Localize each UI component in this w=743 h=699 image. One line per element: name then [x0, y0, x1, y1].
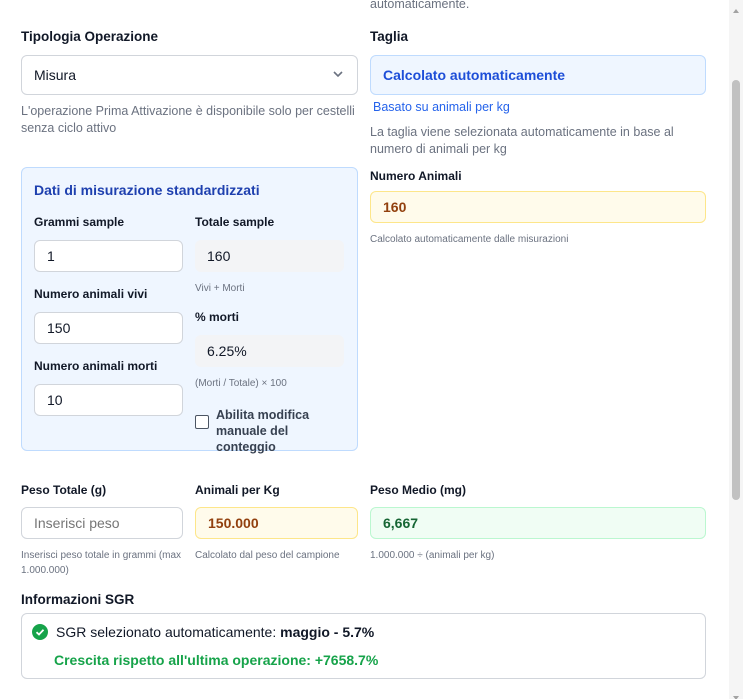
grammi-sample-label: Grammi sample	[34, 215, 125, 229]
tipologia-select[interactable]: Misura	[21, 55, 358, 95]
peso-totale-hint: Inserisci peso totale in grammi (max 1.0…	[21, 550, 182, 576]
animali-per-kg-value: 150.000	[208, 515, 259, 531]
manual-edit-checkbox[interactable]	[195, 415, 209, 429]
taglia-link: Basato su animali per kg	[373, 100, 510, 114]
scroll-up-icon[interactable]	[732, 2, 740, 13]
taglia-field: Calcolato automaticamente	[370, 55, 706, 95]
chevron-down-icon	[331, 67, 345, 84]
perc-morti-label: % morti	[195, 310, 240, 324]
totale-sample-field: 160	[195, 240, 344, 272]
grammi-sample-value: 1	[47, 248, 55, 264]
animali-per-kg-label: Animali per Kg	[195, 483, 280, 497]
animali-morti-label: Numero animali morti	[34, 359, 158, 373]
animali-vivi-value: 150	[47, 320, 71, 336]
sgr-selected-value: maggio - 5.7%	[280, 624, 375, 640]
grammi-sample-input[interactable]: 1	[34, 240, 183, 272]
peso-totale-field	[21, 507, 183, 539]
numero-animali-value: 160	[383, 199, 407, 215]
sgr-card	[21, 613, 706, 679]
totale-sample-hint: Vivi + Morti	[195, 283, 245, 294]
peso-totale-input[interactable]	[22, 508, 182, 538]
peso-medio-hint: 1.000.000 ÷ (animali per kg)	[370, 550, 495, 561]
animali-morti-input[interactable]: 10	[34, 384, 183, 416]
animali-vivi-input[interactable]: 150	[34, 312, 183, 344]
numero-animali-label: Numero Animali	[370, 169, 462, 183]
peso-totale-label: Peso Totale (g)	[21, 483, 107, 497]
numero-animali-field: 160	[370, 191, 706, 223]
totale-sample-label: Totale sample	[195, 215, 275, 229]
sgr-growth-text: Crescita rispetto all'ultima operazione:…	[54, 652, 379, 668]
peso-medio-label: Peso Medio (mg)	[370, 483, 467, 497]
perc-morti-hint: (Morti / Totale) × 100	[195, 378, 287, 389]
animali-vivi-label: Numero animali vivi	[34, 287, 148, 301]
tipologia-hint: L'operazione Prima Attivazione è disponi…	[21, 104, 355, 135]
animali-morti-value: 10	[47, 392, 63, 408]
taglia-value: Calcolato automaticamente	[383, 67, 566, 83]
totale-sample-value: 160	[207, 248, 231, 264]
sgr-section-label: Informazioni SGR	[21, 592, 135, 607]
taglia-hint: La taglia viene selezionata automaticame…	[370, 125, 674, 156]
peso-medio-field: 6,667	[370, 507, 706, 539]
peso-medio-value: 6,667	[383, 515, 419, 531]
top-note: automaticamente.	[370, 0, 470, 11]
tipologia-label: Tipologia Operazione	[21, 29, 159, 44]
sgr-selected-text: SGR selezionato automaticamente: maggio …	[56, 624, 374, 640]
manual-edit-label: Abilita modifica manuale del conteggio	[216, 408, 310, 454]
taglia-label: Taglia	[370, 29, 409, 44]
tipologia-select-value: Misura	[34, 67, 77, 83]
sgr-selected-prefix: SGR selezionato automaticamente:	[56, 624, 277, 640]
numero-animali-hint: Calcolato automaticamente dalle misurazi…	[370, 234, 569, 245]
perc-morti-value: 6.25%	[207, 343, 247, 359]
measurement-title: Dati di misurazione standardizzati	[34, 182, 260, 198]
scrollbar-thumb[interactable]	[732, 80, 740, 500]
animali-per-kg-hint: Calcolato dal peso del campione	[195, 550, 340, 561]
animali-per-kg-field: 150.000	[195, 507, 358, 539]
perc-morti-field: 6.25%	[195, 335, 344, 367]
check-circle-icon	[32, 624, 48, 640]
scroll-down-icon[interactable]	[732, 689, 740, 699]
